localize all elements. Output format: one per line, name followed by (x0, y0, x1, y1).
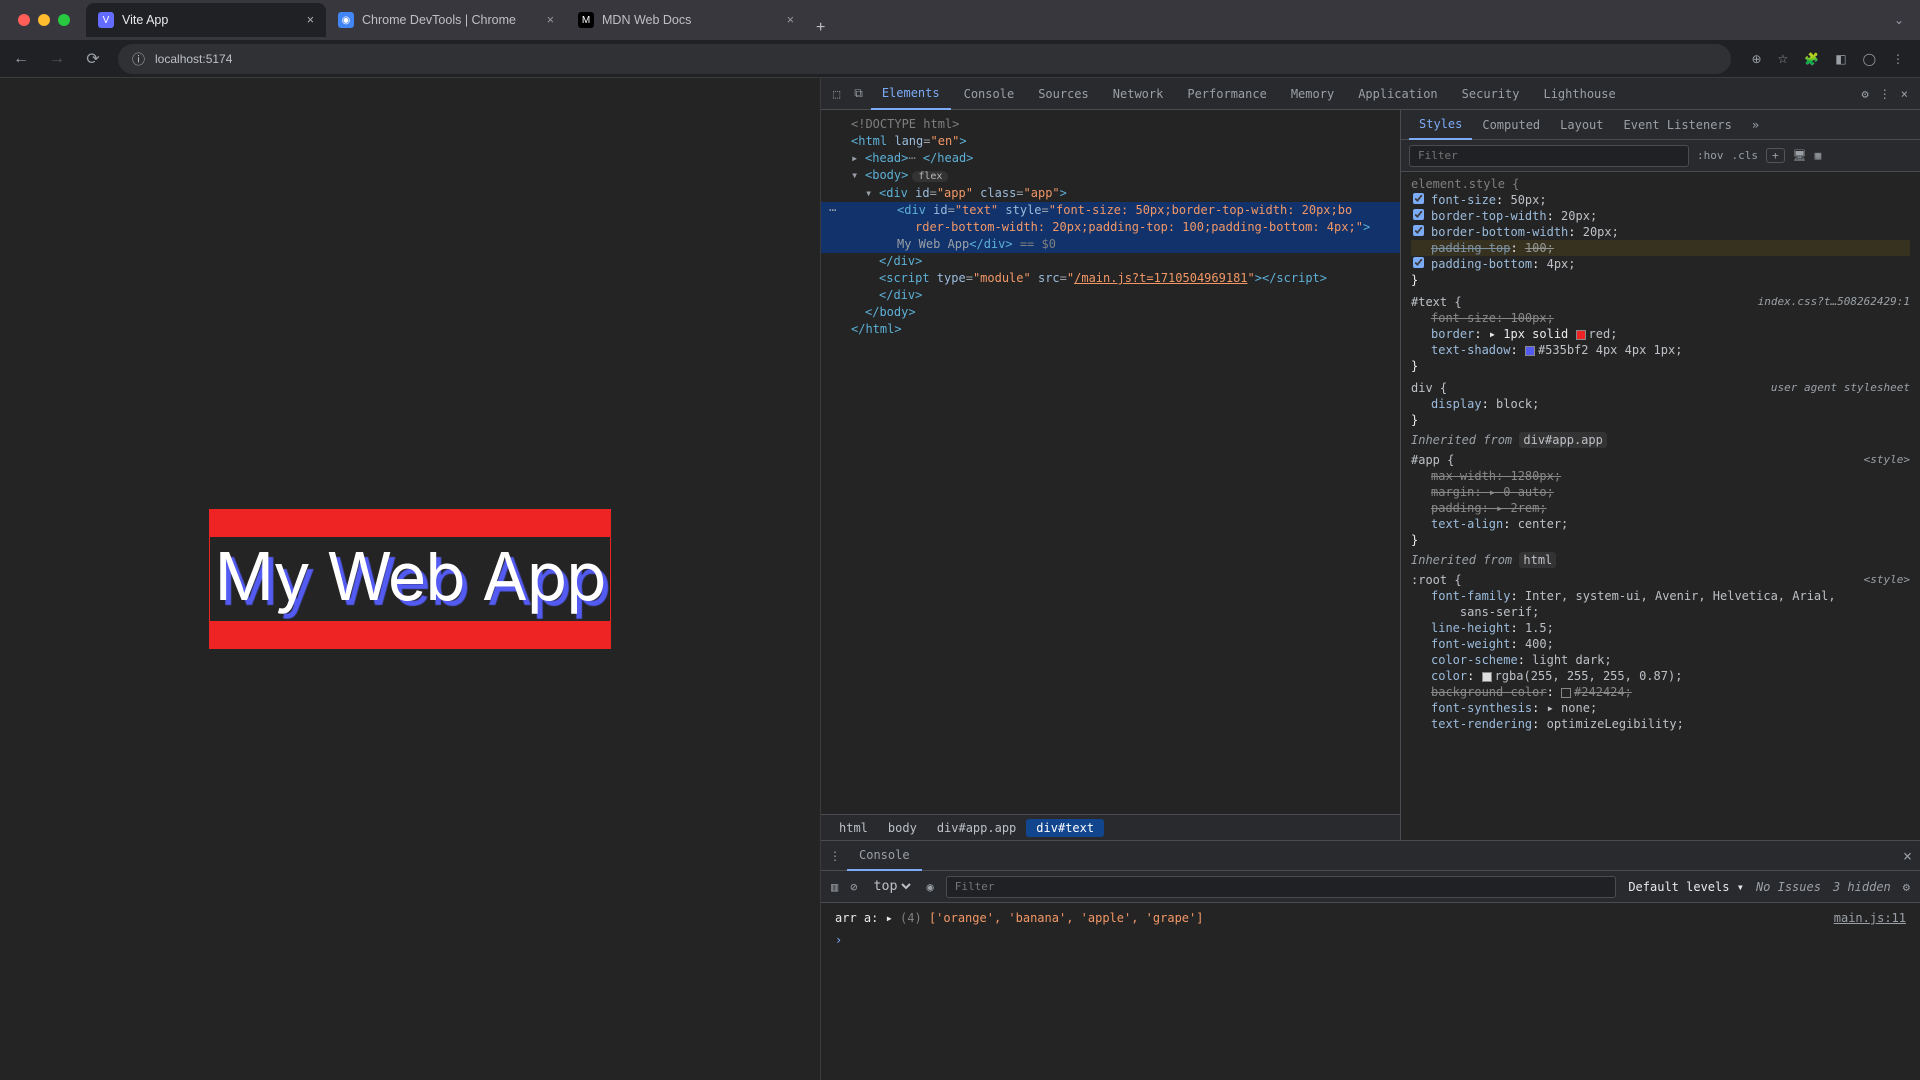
hidden-count[interactable]: 3 hidden (1833, 880, 1891, 894)
rendered-page: My Web App (0, 78, 820, 1080)
console-filter-input[interactable] (946, 876, 1617, 898)
levels-dropdown[interactable]: Default levels ▾ (1628, 880, 1744, 894)
styles-filter-input[interactable] (1409, 145, 1689, 167)
console-output[interactable]: arr a: ▸ (4) ['orange', 'banana', 'apple… (821, 903, 1920, 1080)
text-element-box[interactable]: My Web App (209, 509, 610, 648)
styles-subtab-layout[interactable]: Layout (1550, 110, 1613, 140)
prop-checkbox[interactable] (1413, 193, 1424, 204)
bookmark-icon[interactable]: ☆ (1778, 52, 1789, 66)
crumb-body[interactable]: body (878, 819, 927, 837)
context-select[interactable]: top (869, 878, 914, 895)
profile-icon[interactable]: ◯ (1863, 52, 1876, 66)
prop-checkbox[interactable] (1413, 225, 1424, 236)
reload-button[interactable]: ⟳ (82, 49, 104, 69)
breadcrumb: html body div#app.app div#text (821, 814, 1400, 840)
console-drawer: ⋮ Console × ▥ ⊘ top ◉ Default levels ▾ N… (821, 840, 1920, 1080)
drawer-tab-console[interactable]: Console (847, 841, 922, 871)
prop-checkbox[interactable] (1413, 257, 1424, 268)
crumb-app[interactable]: div#app.app (927, 819, 1026, 837)
dom-panel: <!DOCTYPE html> <html lang="en"> ▸<head>… (821, 110, 1401, 840)
close-window-button[interactable] (18, 14, 30, 26)
forward-button[interactable]: → (46, 50, 68, 68)
close-devtools-icon[interactable]: × (1901, 87, 1908, 101)
tab-vite-app[interactable]: V Vite App × (86, 3, 326, 37)
device-icon[interactable]: 🖥 (1793, 149, 1807, 162)
more-icon[interactable]: ⋮ (1879, 87, 1891, 101)
close-tab-icon[interactable]: × (307, 13, 314, 27)
log-source-link[interactable]: main.js:11 (1834, 909, 1906, 927)
more-subtabs-icon[interactable]: » (1742, 110, 1769, 140)
crumb-text[interactable]: div#text (1026, 819, 1104, 837)
prop-checkbox[interactable] (1413, 209, 1424, 220)
tab-devtools-docs[interactable]: ◉ Chrome DevTools | Chrome × (326, 3, 566, 37)
tab-application[interactable]: Application (1347, 78, 1448, 110)
window-controls (8, 14, 80, 26)
browser-tab-strip: V Vite App × ◉ Chrome DevTools | Chrome … (0, 0, 1920, 40)
zoom-icon[interactable]: ⊕ (1751, 52, 1761, 66)
console-prompt[interactable]: › (835, 927, 1906, 949)
close-tab-icon[interactable]: × (547, 13, 554, 27)
mdn-favicon: M (578, 12, 594, 28)
tab-title: MDN Web Docs (602, 13, 691, 27)
tab-lighthouse[interactable]: Lighthouse (1532, 78, 1626, 110)
devtools-panel: ⬚ ⧉ Elements Console Sources Network Per… (820, 78, 1920, 1080)
address-bar[interactable]: ⓘ localhost:5174 (118, 44, 1731, 74)
tabs-container: V Vite App × ◉ Chrome DevTools | Chrome … (86, 3, 1894, 37)
chrome-favicon: ◉ (338, 12, 354, 28)
drawer-menu-icon[interactable]: ⋮ (829, 849, 847, 863)
back-button[interactable]: ← (10, 50, 32, 68)
close-tab-icon[interactable]: × (787, 13, 794, 27)
cls-toggle[interactable]: .cls (1732, 149, 1759, 162)
inspect-icon[interactable]: ⬚ (827, 87, 846, 101)
styles-subtab-events[interactable]: Event Listeners (1614, 110, 1742, 140)
menu-icon[interactable]: ⋮ (1892, 52, 1904, 66)
tab-console[interactable]: Console (953, 78, 1026, 110)
clear-console-icon[interactable]: ⊘ (850, 880, 857, 894)
maximize-window-button[interactable] (58, 14, 70, 26)
issues-badge[interactable]: No Issues (1756, 880, 1821, 894)
tab-security[interactable]: Security (1451, 78, 1531, 110)
tab-title: Chrome DevTools | Chrome (362, 13, 516, 27)
close-drawer-icon[interactable]: × (1903, 847, 1912, 865)
doctype-node[interactable]: <!DOCTYPE html> (851, 117, 959, 131)
minimize-window-button[interactable] (38, 14, 50, 26)
dom-tree[interactable]: <!DOCTYPE html> <html lang="en"> ▸<head>… (821, 110, 1400, 814)
console-gear-icon[interactable]: ⚙ (1903, 880, 1910, 894)
eye-icon[interactable]: ◉ (926, 880, 933, 894)
tab-elements[interactable]: Elements (871, 78, 951, 110)
side-panel-icon[interactable]: ◧ (1835, 52, 1846, 66)
url-text: localhost:5174 (155, 52, 232, 66)
styles-rules[interactable]: element.style { font-size: 50px; border-… (1401, 172, 1920, 840)
styles-subtab-styles[interactable]: Styles (1409, 110, 1472, 140)
tab-title: Vite App (122, 13, 168, 27)
sidebar-toggle-icon[interactable]: ▥ (831, 880, 838, 894)
tab-mdn[interactable]: M MDN Web Docs × (566, 3, 806, 37)
tab-memory[interactable]: Memory (1280, 78, 1345, 110)
new-rule-button[interactable]: + (1766, 148, 1785, 163)
browser-toolbar: ← → ⟳ ⓘ localhost:5174 ⊕ ☆ 🧩 ◧ ◯ ⋮ (0, 40, 1920, 78)
crumb-html[interactable]: html (829, 819, 878, 837)
tab-sources[interactable]: Sources (1027, 78, 1100, 110)
styles-subtab-computed[interactable]: Computed (1472, 110, 1550, 140)
box-icon[interactable]: ▦ (1815, 149, 1822, 162)
page-heading: My Web App (214, 537, 605, 616)
chevron-down-icon[interactable]: ⌄ (1894, 13, 1912, 27)
devtools-tabbar: ⬚ ⧉ Elements Console Sources Network Per… (821, 78, 1920, 110)
extensions-icon[interactable]: 🧩 (1804, 52, 1819, 66)
selected-dom-node[interactable]: ⋯<div id="text" style="font-size: 50px;b… (821, 202, 1400, 219)
styles-panel: Styles Computed Layout Event Listeners »… (1401, 110, 1920, 840)
site-info-icon[interactable]: ⓘ (132, 49, 145, 68)
gear-icon[interactable]: ⚙ (1862, 87, 1869, 101)
tab-performance[interactable]: Performance (1176, 78, 1277, 110)
tab-network[interactable]: Network (1102, 78, 1175, 110)
device-toolbar-icon[interactable]: ⧉ (848, 86, 869, 101)
hov-toggle[interactable]: :hov (1697, 149, 1724, 162)
vite-favicon: V (98, 12, 114, 28)
new-tab-button[interactable]: + (806, 19, 835, 37)
